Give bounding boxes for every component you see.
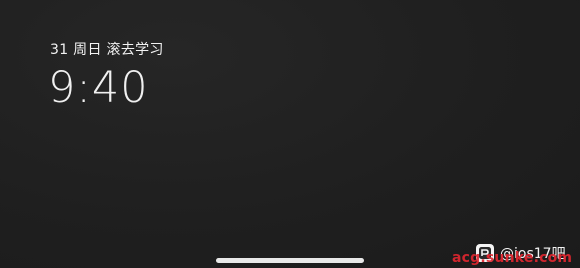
site-watermark: acg.sunke.com — [452, 250, 573, 266]
home-indicator-bar[interactable] — [216, 258, 364, 263]
lock-screen: 31 周日 滚去学习 9:40 @ios17吧 acg.sunke.com — [0, 0, 580, 268]
date-widget[interactable]: 31 周日 滚去学习 — [50, 39, 164, 59]
clock-time[interactable]: 9:40 — [48, 62, 149, 114]
